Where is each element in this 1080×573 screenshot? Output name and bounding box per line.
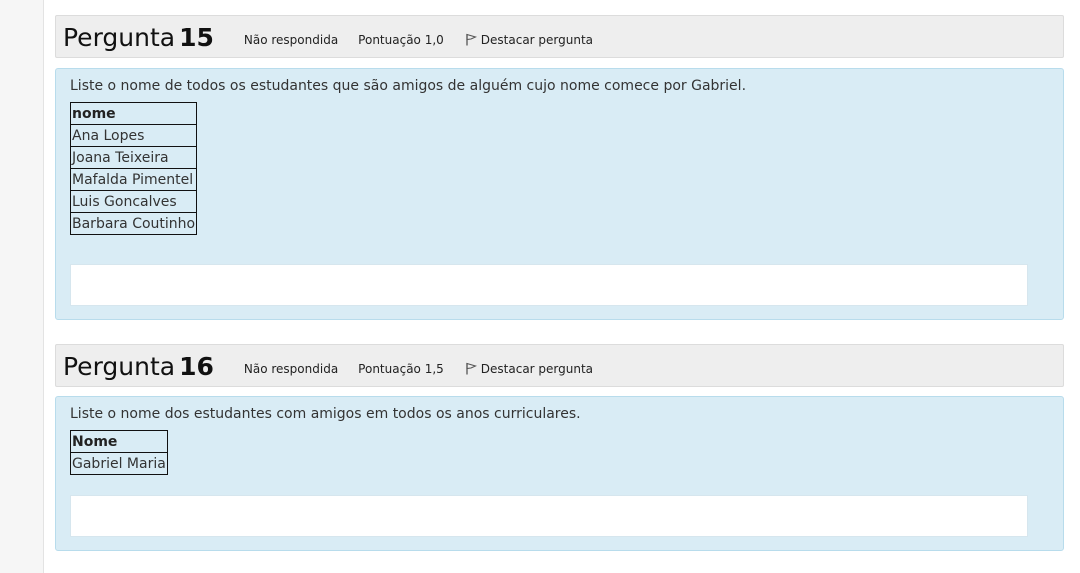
question-title-prefix: Pergunta bbox=[63, 351, 176, 381]
table-header: nome bbox=[69, 102, 198, 125]
flag-question-button[interactable]: Destacar pergunta bbox=[465, 362, 593, 376]
table-cell: Barbara Coutinho bbox=[69, 212, 198, 235]
table-header-row: Nome bbox=[70, 430, 168, 453]
flag-question-label: Destacar pergunta bbox=[480, 361, 594, 376]
question-15: Pergunta 15 Não respondida Pontuação 1,0 … bbox=[55, 15, 1064, 320]
table-row: Barbara Coutinho bbox=[69, 212, 198, 235]
table-header-row: nome bbox=[69, 102, 198, 125]
table-row: Gabriel Maria bbox=[70, 452, 168, 475]
question-title-prefix: Pergunta bbox=[63, 22, 176, 52]
question-header: Pergunta 16 Não respondida Pontuação 1,5 … bbox=[55, 344, 1064, 387]
question-score: Pontuação 1,0 bbox=[358, 32, 444, 47]
question-score: Pontuação 1,5 bbox=[358, 361, 444, 376]
table-row: Ana Lopes bbox=[69, 124, 198, 147]
answer-input[interactable] bbox=[70, 495, 1028, 537]
flag-question-button[interactable]: Destacar pergunta bbox=[465, 33, 593, 47]
flag-icon bbox=[466, 33, 477, 46]
result-table: nome Ana Lopes Joana Teixeira Mafalda Pi… bbox=[69, 102, 198, 235]
question-body: Liste o nome dos estudantes com amigos e… bbox=[55, 396, 1064, 551]
question-body: Liste o nome de todos os estudantes que … bbox=[55, 68, 1064, 320]
flag-question-label: Destacar pergunta bbox=[480, 32, 594, 47]
table-cell: Mafalda Pimentel bbox=[69, 168, 198, 191]
table-cell: Gabriel Maria bbox=[70, 452, 168, 475]
table-row: Joana Teixeira bbox=[69, 146, 198, 169]
table-cell: Ana Lopes bbox=[69, 124, 198, 147]
table-cell: Luis Goncalves bbox=[69, 190, 198, 213]
question-text: Liste o nome dos estudantes com amigos e… bbox=[70, 406, 581, 422]
question-16: Pergunta 16 Não respondida Pontuação 1,5 … bbox=[55, 344, 1064, 551]
table-row: Luis Goncalves bbox=[69, 190, 198, 213]
question-title: Pergunta 15 bbox=[63, 23, 214, 52]
question-number: 15 bbox=[179, 22, 214, 52]
question-header: Pergunta 15 Não respondida Pontuação 1,0 … bbox=[55, 15, 1064, 58]
question-status: Não respondida bbox=[243, 32, 339, 47]
question-text: Liste o nome de todos os estudantes que … bbox=[70, 78, 747, 94]
table-cell: Joana Teixeira bbox=[69, 146, 198, 169]
question-status: Não respondida bbox=[243, 361, 339, 376]
question-number: 16 bbox=[179, 351, 214, 381]
table-row: Mafalda Pimentel bbox=[69, 168, 198, 191]
question-title: Pergunta 16 bbox=[63, 352, 214, 381]
answer-input[interactable] bbox=[70, 264, 1028, 306]
flag-icon bbox=[466, 362, 477, 375]
result-table: Nome Gabriel Maria bbox=[70, 430, 168, 475]
table-header: Nome bbox=[70, 430, 168, 453]
main-content: Pergunta 15 Não respondida Pontuação 1,0 … bbox=[43, 0, 1080, 573]
